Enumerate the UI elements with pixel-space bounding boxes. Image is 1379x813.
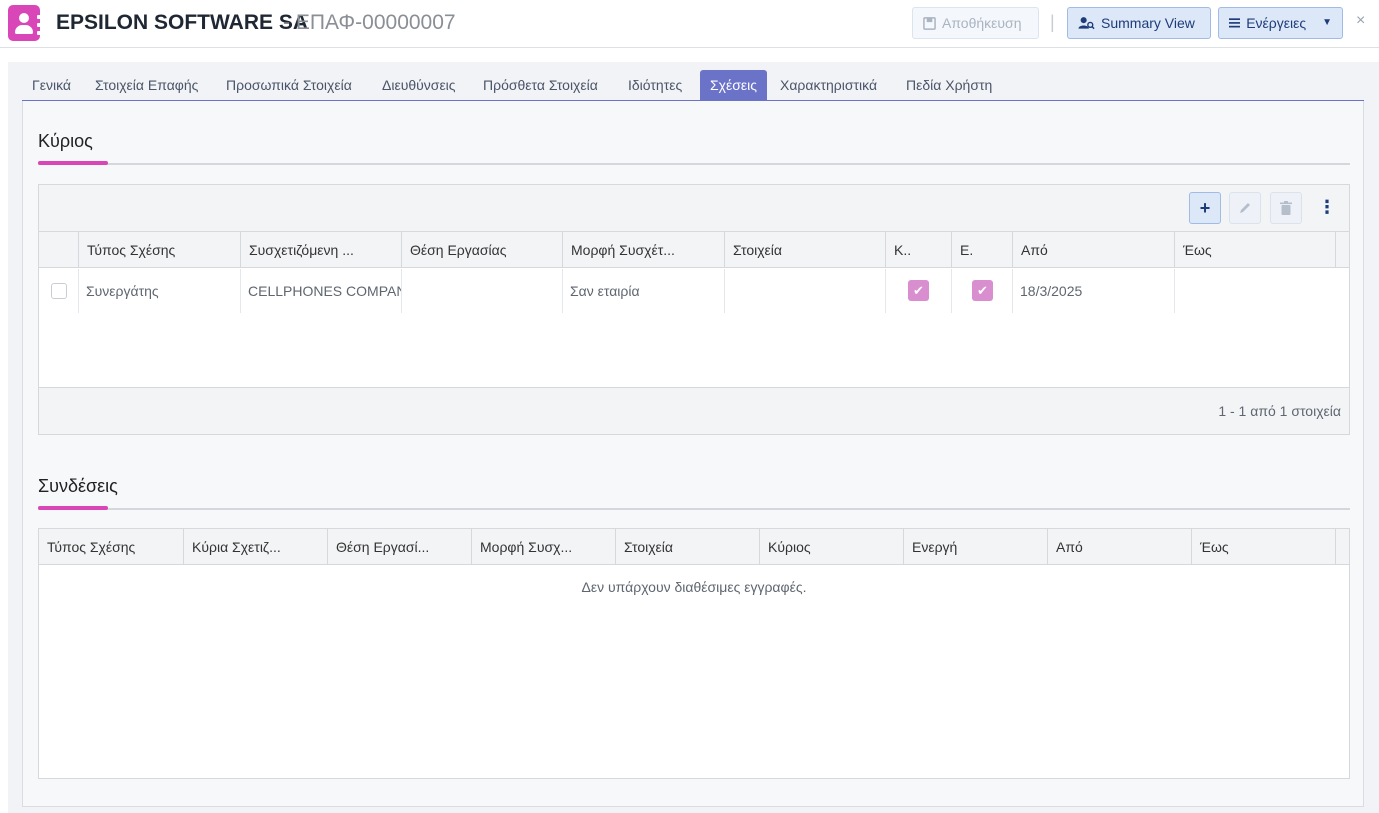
plus-icon[interactable]: + xyxy=(1189,192,1221,224)
cell-active: ✔ xyxy=(952,269,1013,313)
tab-personal-info[interactable]: Προσωπικά Στοιχεία xyxy=(216,70,362,100)
pager-info: 1 - 1 από 1 στοιχεία xyxy=(1218,403,1341,419)
kebab-icon[interactable]: ⋮ xyxy=(1311,192,1343,224)
tab-properties[interactable]: Ιδιότητες xyxy=(618,70,692,100)
save-label: Αποθήκευση xyxy=(942,15,1022,31)
close-icon[interactable]: × xyxy=(1356,12,1365,30)
active-check-icon: ✔ xyxy=(972,280,993,301)
tab-additional-info[interactable]: Πρόσθετα Στοιχεία xyxy=(473,70,608,100)
col-details[interactable]: Στοιχεία xyxy=(616,529,760,565)
cell-primary: ✔ xyxy=(886,269,952,313)
links-section-title: Συνδέσεις xyxy=(38,476,118,496)
grid-header: Τύπος Σχέσης Κύρια Σχετιζ... Θέση Εργασί… xyxy=(39,529,1349,565)
tab-characteristics[interactable]: Χαρακτηριστικά xyxy=(770,70,887,100)
cell-job-position xyxy=(402,269,563,313)
primary-grid: + ⋮ Τύπος Σχέσης Συσχετιζόμενη ... Θέση … xyxy=(38,184,1350,435)
cell-from: 18/3/2025 xyxy=(1013,269,1175,313)
col-to[interactable]: Έως xyxy=(1192,529,1336,565)
row-checkbox[interactable] xyxy=(51,283,67,299)
col-job-position[interactable]: Θέση Εργασί... xyxy=(328,529,472,565)
trash-icon[interactable] xyxy=(1270,192,1302,224)
col-from[interactable]: Από xyxy=(1048,529,1192,565)
row-select-cell xyxy=(39,269,79,313)
actions-label: Ενέργειες xyxy=(1246,15,1307,31)
cell-relation-type: Συνεργάτης xyxy=(79,269,241,313)
col-main-related[interactable]: Κύρια Σχετιζ... xyxy=(184,529,328,565)
col-primary[interactable]: Κ.. xyxy=(886,232,952,268)
table-row[interactable]: Συνεργάτης CELLPHONES COMPANY Σαν εταιρί… xyxy=(39,269,1349,313)
record-code-value: ΕΠΑΦ-00000007 xyxy=(295,11,456,34)
links-grid: Τύπος Σχέσης Κύρια Σχετιζ... Θέση Εργασί… xyxy=(38,528,1350,779)
pencil-icon[interactable] xyxy=(1229,192,1261,224)
tab-addresses[interactable]: Διευθύνσεις xyxy=(372,70,466,100)
col-details[interactable]: Στοιχεία xyxy=(725,232,886,268)
section-divider xyxy=(38,508,1350,510)
col-to[interactable]: Έως xyxy=(1175,232,1336,268)
section-divider xyxy=(38,163,1350,165)
header: EPSILON SOFTWARE SA - ΕΠΑΦ-00000007 Αποθ… xyxy=(0,0,1379,48)
col-primary[interactable]: Κύριος xyxy=(760,529,904,565)
section-accent-bar xyxy=(38,506,108,510)
contact-icon xyxy=(8,5,41,41)
primary-section-title: Κύριος xyxy=(38,131,93,151)
summary-view-button[interactable]: Summary View xyxy=(1067,7,1211,39)
col-active[interactable]: Ε. xyxy=(952,232,1013,268)
grid-pager: 1 - 1 από 1 στοιχεία xyxy=(39,387,1349,434)
actions-button[interactable]: Ενέργειες ▼ xyxy=(1218,7,1343,39)
tab-general[interactable]: Γενικά xyxy=(22,70,81,100)
col-job-position[interactable]: Θέση Εργασίας xyxy=(402,232,563,268)
record-code: - ΕΠΑΦ-00000007 xyxy=(283,11,456,34)
grid-toolbar: + ⋮ xyxy=(39,185,1349,232)
menu-lines-icon xyxy=(1229,18,1241,28)
tab-relations[interactable]: Σχέσεις xyxy=(700,70,767,100)
page-title: EPSILON SOFTWARE SA xyxy=(56,11,309,34)
col-related[interactable]: Συσχετιζόμενη ... xyxy=(241,232,402,268)
section-accent-bar xyxy=(38,161,108,165)
tab-user-fields[interactable]: Πεδία Χρήστη xyxy=(896,70,1002,100)
tab-bar: Γενικά Στοιχεία Επαφής Προσωπικά Στοιχεί… xyxy=(22,70,1364,101)
cell-relation-form: Σαν εταιρία xyxy=(563,269,725,313)
summary-label: Summary View xyxy=(1101,15,1195,31)
primary-check-icon: ✔ xyxy=(908,280,929,301)
col-relation-type[interactable]: Τύπος Σχέσης xyxy=(79,232,241,268)
cell-to xyxy=(1175,269,1351,313)
tab-content: Κύριος + ⋮ Τύπος Σχέσης Συσχετιζόμενη ..… xyxy=(22,101,1364,807)
grid-header: Τύπος Σχέσης Συσχετιζόμενη ... Θέση Εργα… xyxy=(39,232,1349,268)
col-from[interactable]: Από xyxy=(1013,232,1175,268)
col-relation-form[interactable]: Μορφή Συσχέτ... xyxy=(563,232,725,268)
empty-message: Δεν υπάρχουν διαθέσιμες εγγραφές. xyxy=(581,579,807,595)
save-button[interactable]: Αποθήκευση xyxy=(912,7,1039,39)
tab-contact-info[interactable]: Στοιχεία Επαφής xyxy=(85,70,208,100)
col-active[interactable]: Ενεργή xyxy=(904,529,1048,565)
toolbar-separator: | xyxy=(1050,12,1055,32)
user-search-icon xyxy=(1078,17,1095,30)
cell-details xyxy=(725,269,886,313)
col-relation-type[interactable]: Τύπος Σχέσης xyxy=(39,529,184,565)
caret-down-icon: ▼ xyxy=(1322,17,1332,28)
floppy-disk-icon xyxy=(923,16,936,30)
select-all-column xyxy=(39,232,79,268)
cell-related: CELLPHONES COMPANY xyxy=(241,269,402,313)
col-relation-form[interactable]: Μορφή Συσχ... xyxy=(472,529,616,565)
